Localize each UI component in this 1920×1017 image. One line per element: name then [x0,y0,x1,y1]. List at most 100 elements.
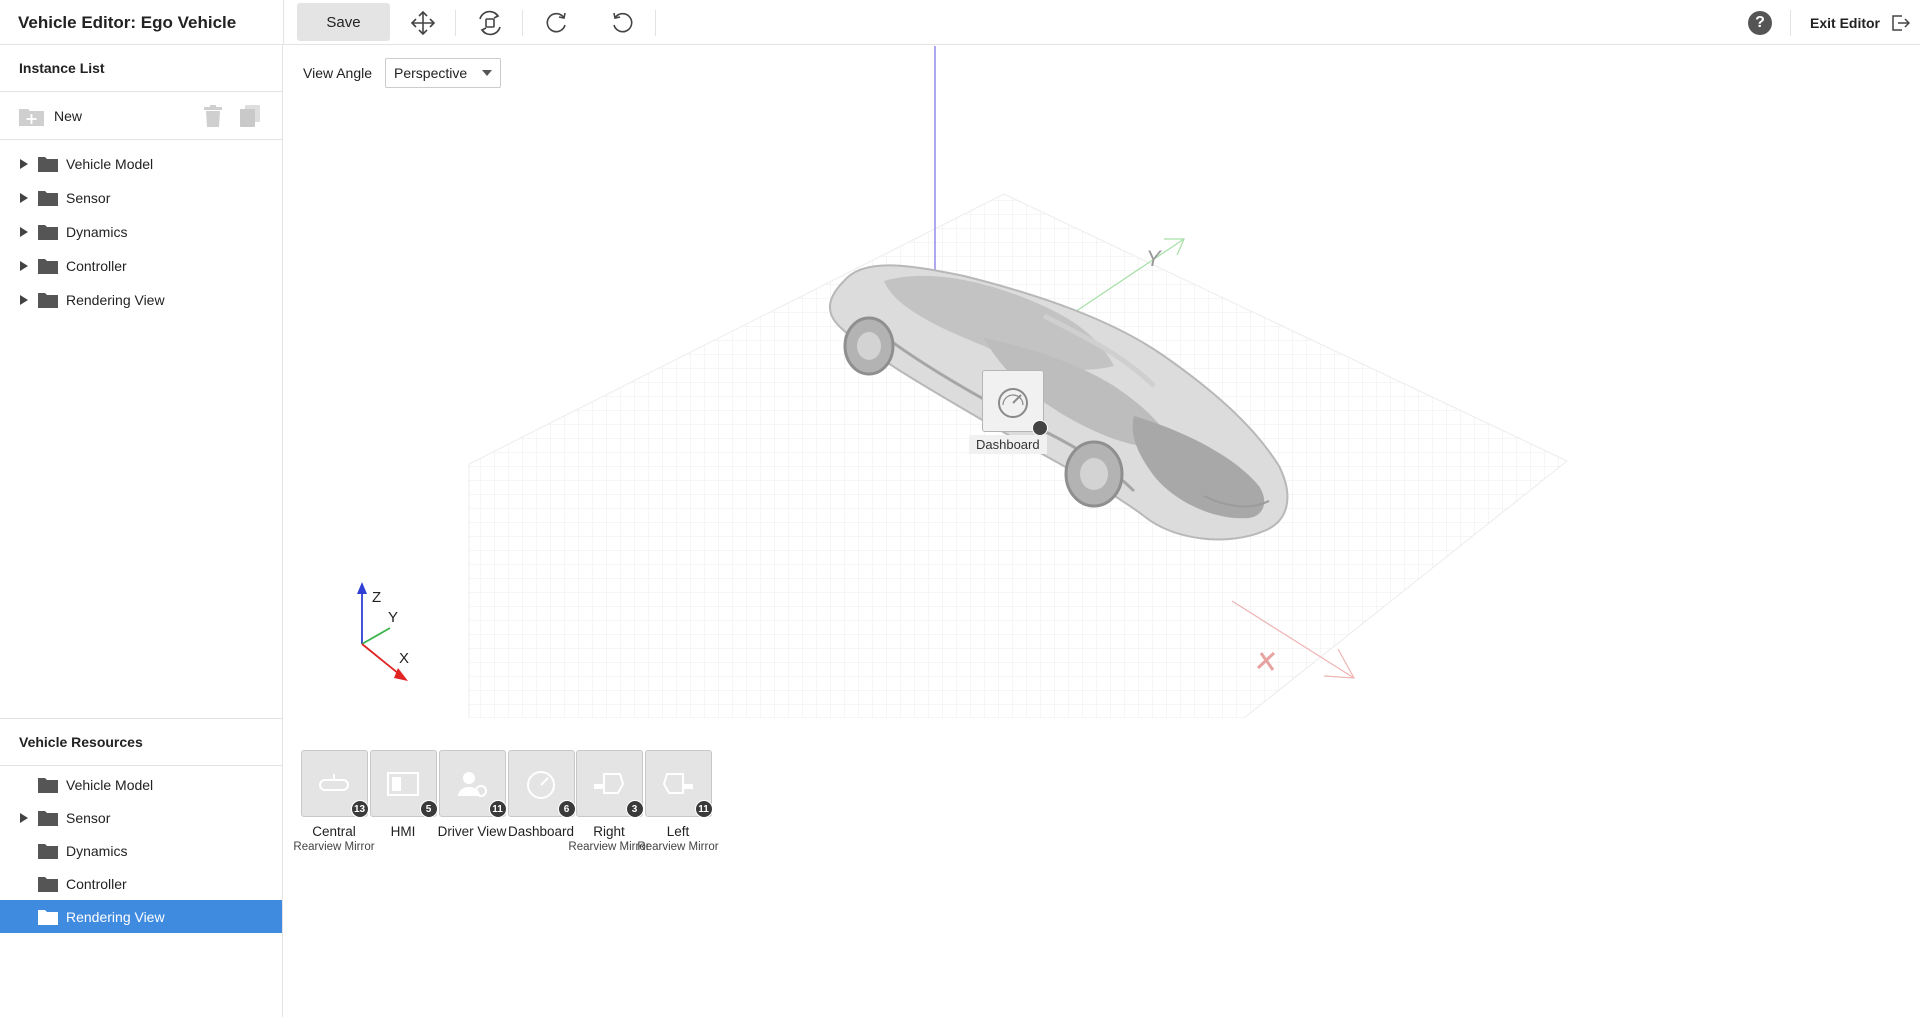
exit-editor-label: Exit Editor [1810,14,1881,31]
tree-item[interactable]: Sensor [0,181,282,215]
duplicate-button[interactable] [240,105,260,127]
divider [455,10,456,36]
editor-title: Vehicle Editor: Ego Vehicle [18,13,237,32]
expand-toggle[interactable] [20,295,32,305]
resource-tile[interactable]: 6 [507,750,576,818]
vehicle-resources-title: Vehicle Resources [0,719,282,766]
3d-viewport[interactable]: View Angle Perspective Y Z Y X Dashboard [284,46,1920,718]
caret-right-icon [20,227,28,237]
tree-item[interactable]: Rendering View [0,900,282,933]
scene-canvas: Y Z Y X [357,46,1568,718]
new-instance-button[interactable]: New [0,106,82,126]
exit-editor-button[interactable]: Exit Editor [1810,0,1911,45]
expand-toggle[interactable] [20,159,32,169]
save-button[interactable]: Save [297,3,390,41]
gizmo-x-label: X [399,650,409,667]
rotate-view-tool-button[interactable] [474,7,506,39]
divider [283,0,284,45]
divider [655,10,656,36]
folder-icon [38,191,58,206]
tree-item[interactable]: Controller [0,249,282,283]
world-y-label: Y [1146,246,1162,271]
caret-right-icon [20,159,28,169]
resource-tile[interactable]: 13 [300,750,369,818]
view-angle-label: View Angle [303,65,373,81]
resource-item[interactable]: 11 Left Rearview Mirror [636,750,720,854]
rotate-clockwise-button[interactable] [540,7,572,39]
tree-item-label: Vehicle Model [66,776,154,793]
chevron-down-icon [482,70,493,76]
tree-item-label: Rendering View [66,292,165,308]
gizmo-y-axis [361,627,391,645]
top-toolbar: Vehicle Editor: Ego Vehicle Save ? Exit … [0,0,1920,45]
move-icon [410,10,436,36]
new-label: New [54,107,83,124]
divider [522,10,523,36]
tree-item-label: Sensor [66,190,111,206]
resource-subtitle: Rearview Mirror [637,841,719,853]
exit-icon [1892,14,1911,31]
resource-tree: Vehicle Model Sensor Dynamics Controller Ren… [0,766,282,933]
instance-list-actions: New [0,92,282,140]
tree-item[interactable]: Vehicle Model [0,768,282,801]
copy-icon [240,105,260,127]
folder-icon [38,157,58,172]
driver-view-icon [458,771,487,797]
view-angle-control: View Angle Perspective [303,58,502,88]
caret-right-icon [20,193,28,203]
folder-icon [38,777,58,793]
instance-list-panel: Instance List New Vehicle Model Sensor Dyn… [0,45,283,718]
dashboard-camera-marker[interactable] [982,370,1048,436]
resource-tile[interactable]: 11 [438,750,507,818]
help-icon[interactable]: ? [1748,11,1772,35]
folder-icon [38,909,58,925]
rotate-counterclockwise-icon [613,12,633,33]
move-tool-button[interactable] [407,7,439,39]
expand-toggle[interactable] [20,812,32,823]
resource-tile[interactable]: 5 [369,750,438,818]
rotate-view-icon [479,10,501,36]
expand-toggle[interactable] [20,261,32,271]
folder-icon [38,810,58,826]
tree-item[interactable]: Sensor [0,801,282,834]
folder-icon [38,259,58,274]
hmi-icon [387,771,419,796]
delete-button[interactable] [203,105,223,127]
caret-right-icon [20,812,28,823]
dashboard-gauge-icon [998,388,1028,418]
resource-name: Left [666,824,690,839]
expand-toggle[interactable] [20,227,32,237]
tree-item[interactable]: Controller [0,867,282,900]
world-x-arrow [1323,648,1356,679]
folder-icon [38,843,58,859]
axis-gizmo: Z Y X [357,582,409,681]
tree-item[interactable]: Dynamics [0,215,282,249]
tree-item-label: Dynamics [66,224,128,240]
tree-item[interactable]: Dynamics [0,834,282,867]
resource-tile[interactable]: 11 [644,750,713,818]
tree-item-label: Controller [66,258,127,274]
tree-item-label: Dynamics [66,842,128,859]
view-angle-value: Perspective [394,65,468,81]
trash-icon [204,105,222,127]
expand-toggle[interactable] [20,193,32,203]
resource-tiles-area: 13 Central Rearview Mirror 5 HMI 11 Driver Vie… [284,719,1920,1017]
tree-item-label: Vehicle Model [66,156,154,172]
ground-grid [468,193,1568,718]
divider [1790,10,1791,36]
tree-item-label: Rendering View [66,908,165,925]
caret-right-icon [20,295,28,305]
folder-icon [38,293,58,308]
folder-icon [38,225,58,240]
marker-badge [1032,420,1048,436]
gizmo-y-label: Y [388,609,398,626]
dashboard-gauge-icon [527,770,555,799]
resource-tile[interactable]: 3 [575,750,644,818]
tree-item[interactable]: Vehicle Model [0,147,282,181]
view-angle-select[interactable]: Perspective [385,58,502,88]
rotate-counterclockwise-button[interactable] [607,7,639,39]
tree-item-label: Controller [66,875,127,892]
instance-list-title: Instance List [0,45,282,92]
tree-item[interactable]: Rendering View [0,283,282,317]
left-mirror-icon [662,772,693,794]
